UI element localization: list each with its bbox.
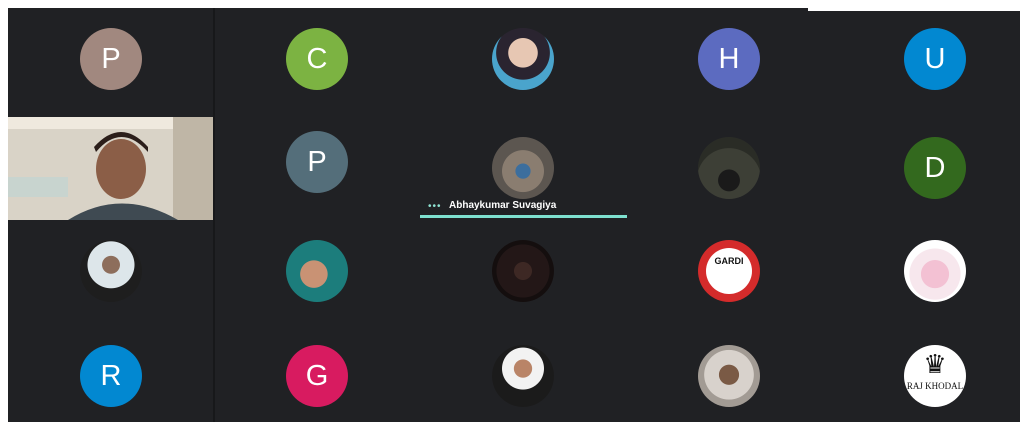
avatar: P [80, 28, 142, 90]
gardi-logo-text: GARDI [714, 256, 744, 266]
avatar-initial: D [924, 152, 946, 184]
profile-photo [492, 28, 554, 90]
avatar: P [286, 131, 348, 193]
avatar: D [904, 137, 966, 199]
avatar: G [286, 345, 348, 407]
participant-tile[interactable] [420, 8, 626, 111]
participant-tile[interactable] [214, 220, 420, 323]
profile-photo [492, 345, 554, 407]
audio-indicator-icon: ••• [428, 201, 442, 212]
gardi-logo: GARDI [698, 240, 760, 302]
camera-feed [8, 117, 213, 220]
participant-tile[interactable] [8, 220, 214, 323]
participant-tile[interactable]: D [832, 111, 1022, 214]
avatar-initial: U [924, 43, 946, 75]
participant-tile[interactable]: GARDI [626, 220, 832, 323]
participant-tile[interactable]: P [214, 111, 420, 214]
participant-tile[interactable]: P [8, 8, 214, 111]
participant-tile[interactable]: ♛ RAJ KHODAL [832, 323, 1022, 426]
participant-tile[interactable] [420, 220, 626, 323]
avatar-initial: C [306, 43, 328, 75]
teddy-bear-photo [904, 240, 966, 302]
avatar: H [698, 28, 760, 90]
avatar-initial: G [305, 360, 329, 392]
crown-logo-text: RAJ KHODAL [906, 381, 964, 391]
profile-photo [286, 240, 348, 302]
participant-tile[interactable]: U [832, 8, 1022, 111]
profile-photo [492, 240, 554, 302]
avatar: R [80, 345, 142, 407]
avatar-initial: H [718, 43, 740, 75]
participant-tile-active[interactable] [420, 111, 626, 214]
participant-tile[interactable]: G [214, 323, 420, 426]
participant-tile[interactable] [420, 323, 626, 426]
participant-tile[interactable] [626, 323, 832, 426]
avatar-initial: P [101, 43, 121, 75]
avatar-initial: R [100, 360, 122, 392]
profile-photo [698, 345, 760, 407]
crown-logo: ♛ RAJ KHODAL [904, 345, 966, 407]
active-speaker-bar [420, 215, 627, 218]
participant-tile[interactable] [832, 220, 1022, 323]
participant-tile[interactable]: R [8, 323, 214, 426]
participant-tile[interactable]: C [214, 8, 420, 111]
profile-photo [80, 240, 142, 302]
profile-photo [492, 137, 554, 199]
avatar-initial: P [307, 146, 327, 178]
self-camera-video[interactable] [8, 117, 213, 220]
avatar: C [286, 28, 348, 90]
avatar: U [904, 28, 966, 90]
participant-tile[interactable]: H [626, 8, 832, 111]
participant-tile[interactable] [626, 111, 832, 214]
motorcycle-photo [698, 137, 760, 199]
active-speaker-name: Abhaykumar Suvagiya [449, 200, 557, 211]
